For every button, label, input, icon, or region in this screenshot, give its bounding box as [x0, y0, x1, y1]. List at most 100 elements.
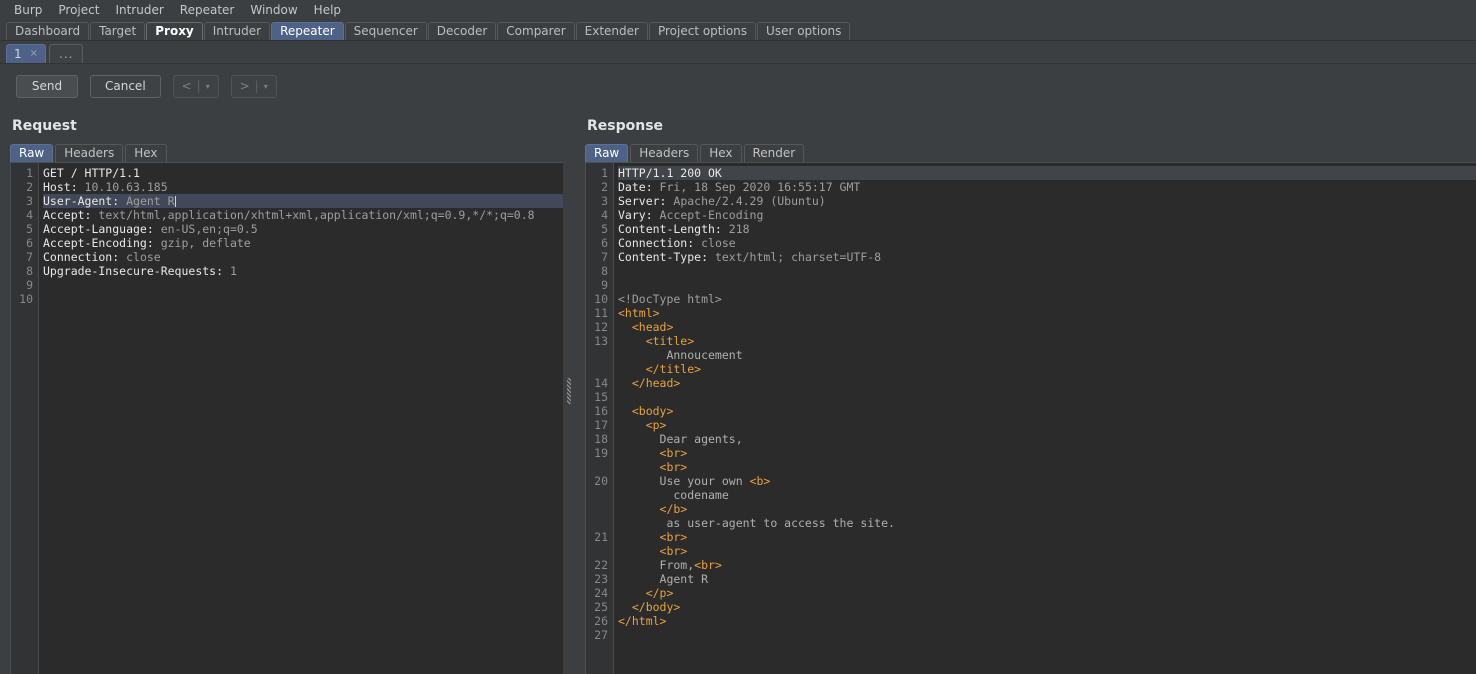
response-code-line[interactable]: Content-Type: text/html; charset=UTF-8	[618, 250, 1476, 264]
response-code-line[interactable]: <body>	[618, 404, 1476, 418]
tab-intruder[interactable]: Intruder	[203, 22, 271, 40]
response-code-line[interactable]: From,<br>	[618, 558, 1476, 572]
response-line-number	[586, 488, 608, 502]
request-code-line[interactable]: Accept-Encoding: gzip, deflate	[43, 236, 563, 250]
response-code-token: Connection:	[618, 236, 702, 250]
response-tab-render[interactable]: Render	[743, 144, 805, 162]
menu-item-burp[interactable]: Burp	[6, 1, 50, 19]
response-code-line[interactable]: </title>	[618, 362, 1476, 376]
request-code-line[interactable]: User-Agent: Agent R	[43, 194, 563, 208]
menu-item-window[interactable]: Window	[242, 1, 305, 19]
response-code-line[interactable]: Annoucement	[618, 348, 1476, 362]
response-code-line[interactable]: Vary: Accept-Encoding	[618, 208, 1476, 222]
request-code-line[interactable]	[43, 292, 563, 306]
response-code-token: </head>	[618, 376, 681, 390]
main-tab-strip: Dashboard Target Proxy Intruder Repeater Sequ…	[0, 19, 1476, 41]
response-tab-hex[interactable]: Hex	[700, 144, 742, 162]
response-code-line[interactable]: <!DocType html>	[618, 292, 1476, 306]
cancel-button[interactable]: Cancel	[90, 74, 161, 98]
response-code-line[interactable]: HTTP/1.1 200 OK	[618, 166, 1476, 180]
pane-splitter[interactable]	[563, 108, 575, 674]
response-code-line[interactable]: <head>	[618, 320, 1476, 334]
response-code-line[interactable]: as user-agent to access the site.	[618, 516, 1476, 530]
response-code-line[interactable]: Use your own <b>	[618, 474, 1476, 488]
request-code-line[interactable]: GET / HTTP/1.1	[43, 166, 563, 180]
request-code[interactable]: GET / HTTP/1.1 Host: 10.10.63.185 User-Age…	[39, 163, 563, 674]
tab-comparer[interactable]: Comparer	[497, 22, 575, 40]
request-editor[interactable]: 1 2 3 4 5 6 7 8 9 10 GET / HTTP/1.1 Host: 10.10.63…	[10, 162, 563, 674]
request-code-line[interactable]: Upgrade-Insecure-Requests: 1	[43, 264, 563, 278]
response-code-line[interactable]: Content-Length: 218	[618, 222, 1476, 236]
tab-repeater[interactable]: Repeater	[271, 22, 344, 40]
request-code-line[interactable]	[43, 278, 563, 292]
request-code-token: 1	[229, 264, 237, 278]
request-code-line[interactable]: Accept: text/html,application/xhtml+xml,…	[43, 208, 563, 222]
request-code-line[interactable]: Connection: close	[43, 250, 563, 264]
request-tab-raw[interactable]: Raw	[10, 144, 54, 162]
response-code-line[interactable]: <html>	[618, 306, 1476, 320]
response-code-line[interactable]	[618, 278, 1476, 292]
request-line-number: 10	[19, 292, 33, 306]
response-code-line[interactable]: </body>	[618, 600, 1476, 614]
response-code-line[interactable]: codename	[618, 488, 1476, 502]
menu-item-help[interactable]: Help	[306, 1, 349, 19]
response-code[interactable]: HTTP/1.1 200 OK Date: Fri, 18 Sep 2020 16…	[614, 163, 1476, 674]
send-button[interactable]: Send	[16, 74, 78, 98]
request-code-line[interactable]: Host: 10.10.63.185	[43, 180, 563, 194]
response-code-line[interactable]: <p>	[618, 418, 1476, 432]
request-code-token: Accept-Language:	[43, 222, 161, 236]
request-tab-headers[interactable]: Headers	[55, 144, 124, 162]
response-code-line[interactable]: Connection: close	[618, 236, 1476, 250]
response-code-line[interactable]: </head>	[618, 376, 1476, 390]
response-code-line[interactable]: Date: Fri, 18 Sep 2020 16:55:17 GMT	[618, 180, 1476, 194]
tab-sequencer[interactable]: Sequencer	[344, 22, 427, 40]
new-repeater-tab-button[interactable]: ...	[49, 44, 84, 63]
response-tab-raw[interactable]: Raw	[585, 144, 629, 162]
response-code-line[interactable]: </b>	[618, 502, 1476, 516]
request-tab-hex[interactable]: Hex	[125, 144, 167, 162]
request-code-token: en-US,en;q=0.5	[160, 222, 258, 236]
menu-bar: Burp Project Intruder Repeater Window Help	[0, 0, 1476, 19]
close-icon[interactable]: ×	[30, 49, 38, 59]
splitter-grip-icon[interactable]	[567, 378, 571, 404]
go-back-button[interactable]: < | ▾	[172, 74, 219, 98]
tab-project-options[interactable]: Project options	[648, 22, 757, 40]
request-code-line[interactable]: Accept-Language: en-US,en;q=0.5	[43, 222, 563, 236]
response-code-line[interactable]: <br>	[618, 530, 1476, 544]
response-code-line[interactable]: <br>	[618, 544, 1476, 558]
request-pane: Request Raw Headers Hex 1 2 3 4 5 6 7 8 9 10 GET / …	[0, 108, 563, 674]
tab-decoder[interactable]: Decoder	[427, 22, 497, 40]
menu-item-repeater[interactable]: Repeater	[172, 1, 243, 19]
response-code-token: codename	[618, 488, 729, 502]
repeater-tab-1[interactable]: 1 ×	[6, 44, 47, 63]
response-code-line[interactable]: Agent R	[618, 572, 1476, 586]
tab-user-options[interactable]: User options	[757, 22, 851, 40]
response-code-line[interactable]: Server: Apache/2.4.29 (Ubuntu)	[618, 194, 1476, 208]
request-code-token: 10.10.63.185	[84, 180, 168, 194]
response-tab-headers[interactable]: Headers	[630, 144, 699, 162]
response-view-tabs: Raw Headers Hex Render	[575, 142, 1476, 162]
menu-item-project[interactable]: Project	[50, 1, 107, 19]
tab-proxy[interactable]: Proxy	[146, 22, 203, 40]
response-code-line[interactable]: <title>	[618, 334, 1476, 348]
tab-dashboard[interactable]: Dashboard	[6, 22, 90, 40]
go-forward-button[interactable]: > | ▾	[230, 74, 277, 98]
response-code-line[interactable]	[618, 390, 1476, 404]
divider: |	[196, 79, 201, 93]
menu-item-intruder[interactable]: Intruder	[107, 1, 171, 19]
response-code-line[interactable]: <br>	[618, 460, 1476, 474]
tab-extender[interactable]: Extender	[575, 22, 648, 40]
response-code-line[interactable]: <br>	[618, 446, 1476, 460]
chevron-down-icon: ▾	[205, 81, 210, 91]
tab-target[interactable]: Target	[90, 22, 146, 40]
response-code-line[interactable]: </html>	[618, 614, 1476, 628]
response-code-line[interactable]: </p>	[618, 586, 1476, 600]
request-line-number: 7	[26, 250, 33, 264]
response-code-line[interactable]	[618, 628, 1476, 642]
response-line-number: 7	[601, 250, 608, 264]
response-editor[interactable]: 1 2 3 4 5 6 7 8 9 10 11 12 13 14 15 16 17 18 19 20 21 22 23 24 2…	[585, 162, 1476, 674]
response-code-line[interactable]	[618, 264, 1476, 278]
response-code-token: text/html; charset=UTF-8	[714, 250, 882, 264]
response-code-line[interactable]: Dear agents,	[618, 432, 1476, 446]
response-code-token: <br>	[618, 530, 688, 544]
